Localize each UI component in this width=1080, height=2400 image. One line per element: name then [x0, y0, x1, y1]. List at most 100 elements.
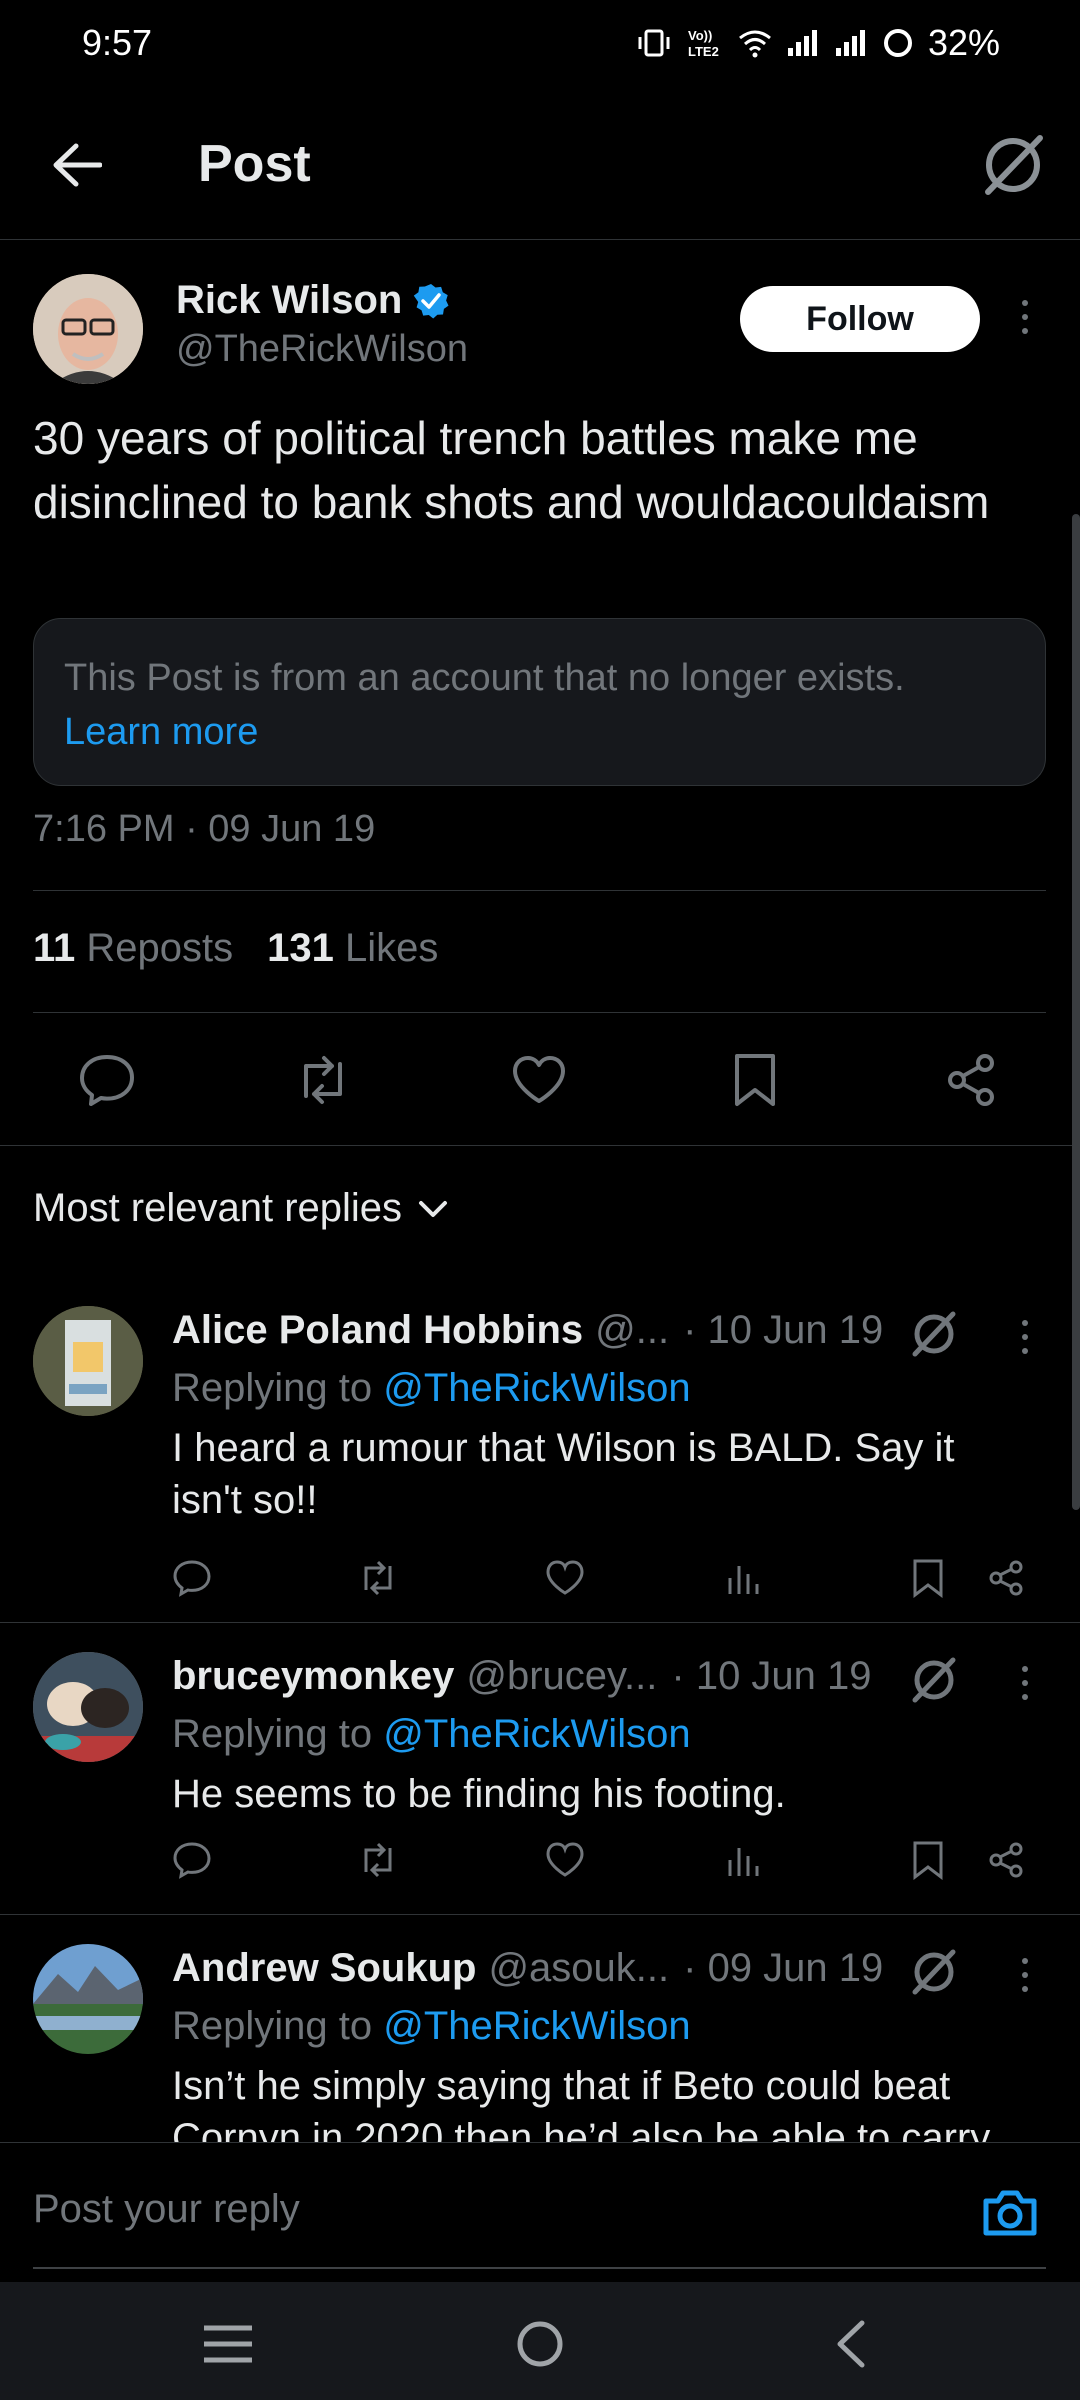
system-nav-bar [0, 2282, 1080, 2400]
repost-icon [364, 1560, 392, 1596]
more-options-icon[interactable] [1017, 1666, 1033, 1700]
reply-author-handle[interactable]: @asouk... [488, 1946, 669, 1991]
post-actions [0, 1040, 1080, 1120]
author-avatar[interactable] [33, 274, 143, 384]
repost-icon [364, 1842, 392, 1878]
bookmark-icon [735, 1054, 775, 1106]
reposts-stat[interactable]: 11 Reposts [33, 926, 233, 971]
reply-author-handle[interactable]: @... [595, 1308, 669, 1353]
reply-actions [0, 1550, 1080, 1606]
reply-author-handle[interactable]: @brucey... [466, 1654, 657, 1699]
status-bar: 9:57 Vo)) LTE2 32% [0, 0, 1080, 88]
reply-icon [173, 1842, 211, 1879]
verified-badge-icon [414, 283, 449, 318]
deleted-account-notice: This Post is from an account that no lon… [33, 618, 1046, 786]
reply-button[interactable] [164, 1832, 220, 1888]
reply-avatar[interactable] [33, 1652, 143, 1762]
likes-stat[interactable]: 131 Likes [267, 926, 438, 971]
recent-apps-button[interactable] [188, 2304, 268, 2384]
divider [33, 1012, 1046, 1013]
bookmark-button[interactable] [900, 1832, 956, 1888]
more-options-icon[interactable] [1017, 1320, 1033, 1354]
more-options-icon[interactable] [1017, 1958, 1033, 1992]
replies-sort-dropdown[interactable]: Most relevant replies [33, 1186, 448, 1231]
views-button[interactable] [716, 1832, 772, 1888]
share-button[interactable] [931, 1040, 1011, 1120]
home-button[interactable] [500, 2304, 580, 2384]
views-icon [728, 1566, 759, 1594]
grok-icon [912, 1311, 956, 1357]
reply-input-underline [33, 2267, 1046, 2269]
reply-text: He seems to be finding his footing. [172, 1772, 786, 1816]
status-time: 9:57 [82, 22, 153, 63]
share-button[interactable] [978, 1550, 1034, 1606]
repost-button[interactable] [350, 1832, 406, 1888]
reply-avatar[interactable] [33, 1944, 143, 2054]
like-button[interactable] [537, 1550, 593, 1606]
like-button[interactable] [499, 1040, 579, 1120]
section-divider [0, 1145, 1080, 1146]
views-button[interactable] [716, 1550, 772, 1606]
more-options-icon[interactable] [1017, 300, 1033, 334]
like-icon [513, 1056, 565, 1103]
chevron-down-icon [419, 1200, 448, 1217]
grok-button[interactable] [906, 1652, 962, 1708]
replying-to-link[interactable]: @TheRickWilson [383, 2004, 690, 2048]
replying-to: Replying to @TheRickWilson [172, 2004, 691, 2049]
replying-prefix: Replying to [172, 1366, 373, 1410]
reply-button[interactable] [67, 1040, 147, 1120]
reply-divider [0, 1622, 1080, 1623]
arrow-left-icon [53, 143, 102, 187]
home-icon [517, 2321, 563, 2367]
battery-percent: 32% [927, 22, 1000, 63]
reply-author-name[interactable]: bruceymonkey [172, 1654, 454, 1699]
reply-composer: Post your reply [0, 2142, 1080, 2282]
reply-item[interactable]: bruceymonkey @brucey... · 10 Jun 19 Repl… [0, 1652, 1080, 1914]
repost-button[interactable] [350, 1550, 406, 1606]
like-button[interactable] [537, 1832, 593, 1888]
camera-button[interactable] [978, 2181, 1042, 2245]
grok-icon [912, 1657, 956, 1703]
grok-button[interactable] [906, 1944, 962, 2000]
back-button[interactable] [46, 134, 108, 196]
author-handle[interactable]: @TheRickWilson [176, 328, 468, 371]
scrollbar[interactable] [1072, 514, 1080, 1510]
replying-prefix: Replying to [172, 1712, 373, 1756]
reply-item[interactable]: Alice Poland Hobbins @... · 10 Jun 19 Re… [0, 1306, 1080, 1622]
reply-button[interactable] [164, 1550, 220, 1606]
reply-author-name[interactable]: Alice Poland Hobbins [172, 1308, 583, 1353]
share-icon [948, 1054, 994, 1106]
reply-item[interactable]: Andrew Soukup @asouk... · 09 Jun 19 Repl… [0, 1944, 1080, 2142]
replying-to-link[interactable]: @TheRickWilson [383, 1712, 690, 1756]
signal-icon-2 [835, 30, 865, 56]
divider [33, 890, 1046, 891]
grok-button[interactable] [906, 1306, 962, 1362]
reposts-count: 11 [33, 926, 76, 970]
replies-sort-label: Most relevant replies [33, 1186, 403, 1230]
menu-icon [204, 2325, 252, 2363]
replying-to: Replying to @TheRickWilson [172, 1366, 691, 1411]
repost-button[interactable] [283, 1040, 363, 1120]
replying-to-link[interactable]: @TheRickWilson [383, 1366, 690, 1410]
bookmark-button[interactable] [900, 1550, 956, 1606]
bookmark-button[interactable] [715, 1040, 795, 1120]
learn-more-link[interactable]: Learn more [64, 705, 1015, 759]
share-button[interactable] [978, 1832, 1034, 1888]
follow-button[interactable]: Follow [740, 286, 980, 352]
battery-icon [883, 29, 912, 57]
reply-date: · 09 Jun 19 [683, 1946, 884, 1990]
grok-icon [912, 1949, 956, 1995]
reply-author-name[interactable]: Andrew Soukup [172, 1946, 476, 1991]
reply-header: bruceymonkey @brucey... · 10 Jun 19 [172, 1654, 872, 1699]
wifi-icon [739, 30, 771, 58]
grok-button[interactable] [976, 128, 1050, 202]
system-back-button[interactable] [810, 2304, 890, 2384]
bookmark-icon [913, 1559, 943, 1598]
reply-icon [80, 1055, 134, 1106]
reply-avatar[interactable] [33, 1306, 143, 1416]
post-stats: 11 Reposts 131 Likes [33, 926, 438, 971]
post-timestamp: 7:16 PM · 09 Jun 19 [33, 808, 376, 850]
reply-input[interactable]: Post your reply [33, 2187, 300, 2232]
author-name-text: Rick Wilson [176, 278, 403, 322]
author-name[interactable]: Rick Wilson [176, 278, 450, 323]
